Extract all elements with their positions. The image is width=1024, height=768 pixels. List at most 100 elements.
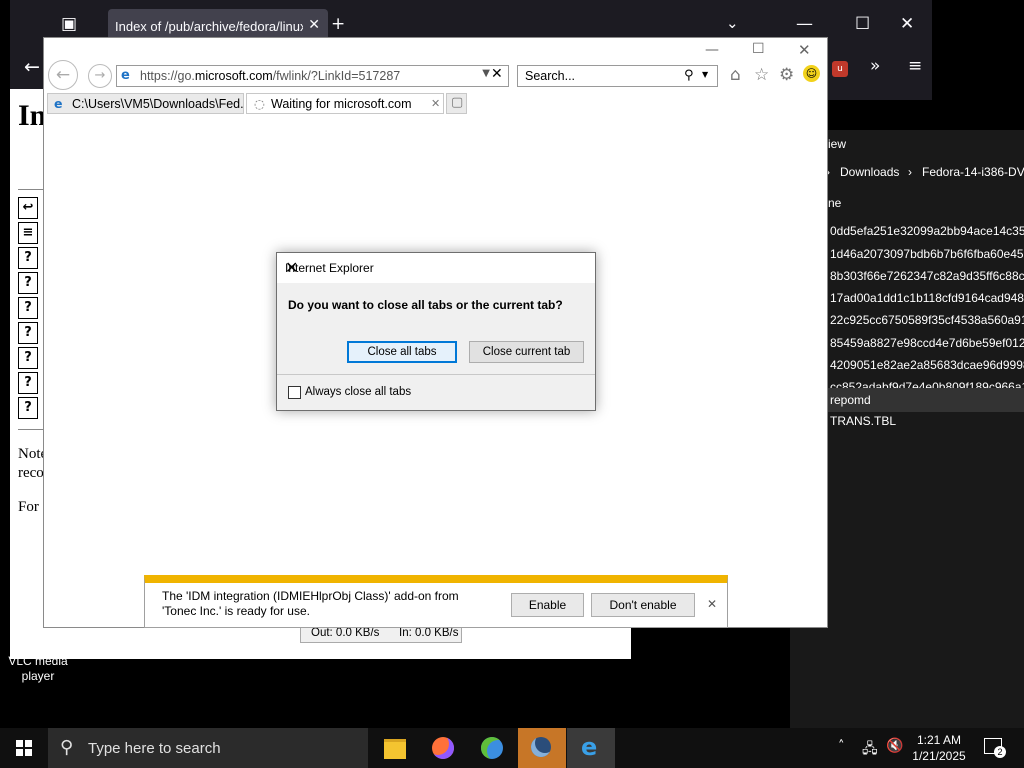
file-unknown-icon[interactable]: ?	[18, 322, 38, 344]
list-item[interactable]: 17ad00a1dd1c1b118cfd9164cad948ab	[830, 291, 1024, 305]
dont-enable-button[interactable]: Don't enable	[591, 593, 695, 617]
tab-label: C:\Users\VM5\Downloads\Fed...	[72, 97, 244, 111]
divider	[277, 374, 595, 375]
notification-center-icon[interactable]: 2	[984, 738, 1006, 758]
search-placeholder: Search...	[525, 69, 576, 83]
new-tab-icon: ▢	[451, 95, 464, 110]
forward-arrow-icon[interactable]: →	[88, 64, 112, 88]
firefox-taskbar-icon[interactable]	[420, 728, 468, 768]
search-icon[interactable]: ⚲	[684, 68, 694, 83]
network-icon[interactable]: 🖧	[862, 738, 878, 762]
taskbar-search[interactable]: ⚲ Type here to search	[48, 728, 368, 768]
addon-notification-bar: The 'IDM integration (IDMIEHlprObj Class…	[144, 575, 728, 628]
page-text: For	[18, 499, 39, 515]
back-arrow-icon[interactable]: ←	[48, 60, 78, 90]
address-bar[interactable]: e https://go.microsoft.com/fwlink/?LinkI…	[116, 65, 509, 87]
checkbox-label[interactable]: Always close all tabs	[305, 386, 411, 398]
ie-logo-icon: e	[121, 68, 130, 83]
ie-logo-icon: e	[54, 96, 63, 111]
always-close-checkbox[interactable]	[288, 386, 301, 399]
file-unknown-icon[interactable]: ?	[18, 247, 38, 269]
url-text: https://go.microsoft.com/fwlink/?LinkId=…	[140, 69, 401, 83]
maximize-icon[interactable]: ☐	[855, 14, 870, 34]
stop-icon[interactable]: ✕	[491, 66, 503, 82]
file-unknown-icon[interactable]: ?	[18, 372, 38, 394]
menu-icon[interactable]: ≡	[908, 56, 922, 76]
list-item[interactable]: 4209051e82ae2a85683dcae96d99980b	[830, 358, 1024, 372]
file-unknown-icon[interactable]: ?	[18, 297, 38, 319]
tab-label: Waiting for microsoft.com	[271, 97, 412, 111]
back-folder-icon[interactable]: ↩	[18, 197, 38, 219]
clock-time: 1:21 AM	[916, 733, 962, 747]
list-item[interactable]: 85459a8827e98ccd4e7d6be59ef012bd	[830, 336, 1024, 350]
list-item[interactable]: 8b303f66e7262347c82a9d35ff6c88c1b	[830, 269, 1024, 283]
search-placeholder: Type here to search	[88, 740, 221, 757]
ie-taskbar-icon[interactable]: e	[567, 728, 615, 768]
notification-count: 2	[994, 746, 1006, 758]
clock-date: 1/21/2025	[912, 749, 966, 763]
back-arrow-icon[interactable]: ←	[24, 56, 40, 78]
maximize-icon[interactable]: ☐	[752, 41, 765, 57]
overflow-icon[interactable]: »	[870, 56, 880, 76]
smiley-feedback-icon[interactable]: ☺	[803, 65, 820, 82]
close-window-icon[interactable]: ✕	[798, 41, 811, 59]
close-all-tabs-button[interactable]: Close all tabs	[347, 341, 457, 363]
dropdown-icon[interactable]: ▼	[702, 70, 708, 79]
breadcrumb-downloads[interactable]: Downloads	[840, 165, 899, 179]
close-icon[interactable]: ✕	[707, 597, 717, 611]
tab-list-icon[interactable]: ▣	[61, 14, 77, 34]
dropdown-icon[interactable]: ▼	[482, 68, 490, 79]
windows-start-icon[interactable]	[16, 740, 32, 756]
speed-in: In: 0.0 KB/s	[399, 627, 459, 639]
gear-icon[interactable]: ⚙	[779, 65, 794, 85]
new-tab-icon[interactable]: +	[331, 14, 345, 34]
ie-logo-icon: e	[581, 733, 598, 761]
extension-icon[interactable]: u	[832, 61, 848, 77]
notification-message: The 'IDM integration (IDMIEHlprObj Class…	[162, 589, 459, 618]
close-tabs-dialog: Internet Explorer ✕ Do you want to close…	[276, 252, 596, 411]
minimize-icon[interactable]: —	[796, 14, 813, 34]
close-window-icon[interactable]: ✕	[900, 14, 914, 34]
file-explorer-taskbar-icon[interactable]	[371, 728, 419, 768]
chevron-down-icon[interactable]: ⌄	[726, 14, 739, 32]
idm-taskbar-icon[interactable]	[518, 728, 566, 768]
list-item[interactable]: 0dd5efa251e32099a2bb94ace14c35f0	[830, 224, 1024, 238]
minimize-icon[interactable]: —	[705, 42, 719, 58]
close-current-tab-button[interactable]: Close current tab	[469, 341, 584, 363]
column-name[interactable]: ne	[828, 196, 841, 210]
network-app-taskbar-icon[interactable]	[469, 728, 517, 768]
dialog-titlebar: Internet Explorer ✕	[277, 253, 595, 283]
breadcrumb-fedora[interactable]: Fedora-14-i386-DVD	[922, 165, 1024, 179]
list-item[interactable]: repomd	[830, 393, 871, 407]
loading-spinner-icon: ◌	[254, 96, 265, 111]
enable-button[interactable]: Enable	[511, 593, 584, 617]
tab-local-file[interactable]: e C:\Users\VM5\Downloads\Fed...	[47, 93, 244, 114]
dialog-question: Do you want to close all tabs or the cur…	[288, 298, 563, 312]
clock[interactable]: 1:21 AM 1/21/2025	[908, 732, 970, 764]
file-unknown-icon[interactable]: ?	[18, 347, 38, 369]
speaker-muted-icon[interactable]: 🔇	[886, 738, 903, 754]
page-text: reco	[18, 465, 44, 481]
file-text-icon[interactable]: ≡	[18, 222, 38, 244]
close-icon[interactable]: ✕	[308, 17, 320, 33]
search-icon: ⚲	[60, 737, 74, 758]
home-icon[interactable]: ⌂	[730, 65, 741, 85]
tab-waiting[interactable]: ◌ Waiting for microsoft.com ✕	[246, 93, 444, 114]
new-tab-button[interactable]: ▢	[446, 93, 467, 114]
search-input[interactable]: Search... ⚲ ▼	[517, 65, 718, 87]
close-icon[interactable]: ✕	[285, 258, 586, 277]
taskbar: ⚲ Type here to search e ˄ 🖧 🔇 1:21 AM 1/…	[0, 728, 1024, 768]
favorites-star-icon[interactable]: ☆	[754, 65, 769, 85]
list-item[interactable]: 1d46a2073097bdb6b7b6f6fba60e4525	[830, 247, 1024, 261]
file-unknown-icon[interactable]: ?	[18, 272, 38, 294]
list-item[interactable]: 22c925cc6750589f35cf4538a560a914c	[830, 313, 1024, 327]
menu-view[interactable]: iew	[828, 137, 846, 151]
list-item[interactable]: TRANS.TBL	[830, 414, 896, 428]
desktop-icon-label[interactable]: VLC media player	[6, 654, 70, 684]
speed-out: Out: 0.0 KB/s	[311, 627, 380, 639]
close-icon[interactable]: ✕	[431, 97, 440, 110]
file-unknown-icon[interactable]: ?	[18, 397, 38, 419]
breadcrumb-sep: ›	[908, 165, 912, 179]
firefox-tab-title: Index of /pub/archive/fedora/linux/	[115, 19, 303, 34]
chevron-up-icon[interactable]: ˄	[838, 739, 845, 754]
